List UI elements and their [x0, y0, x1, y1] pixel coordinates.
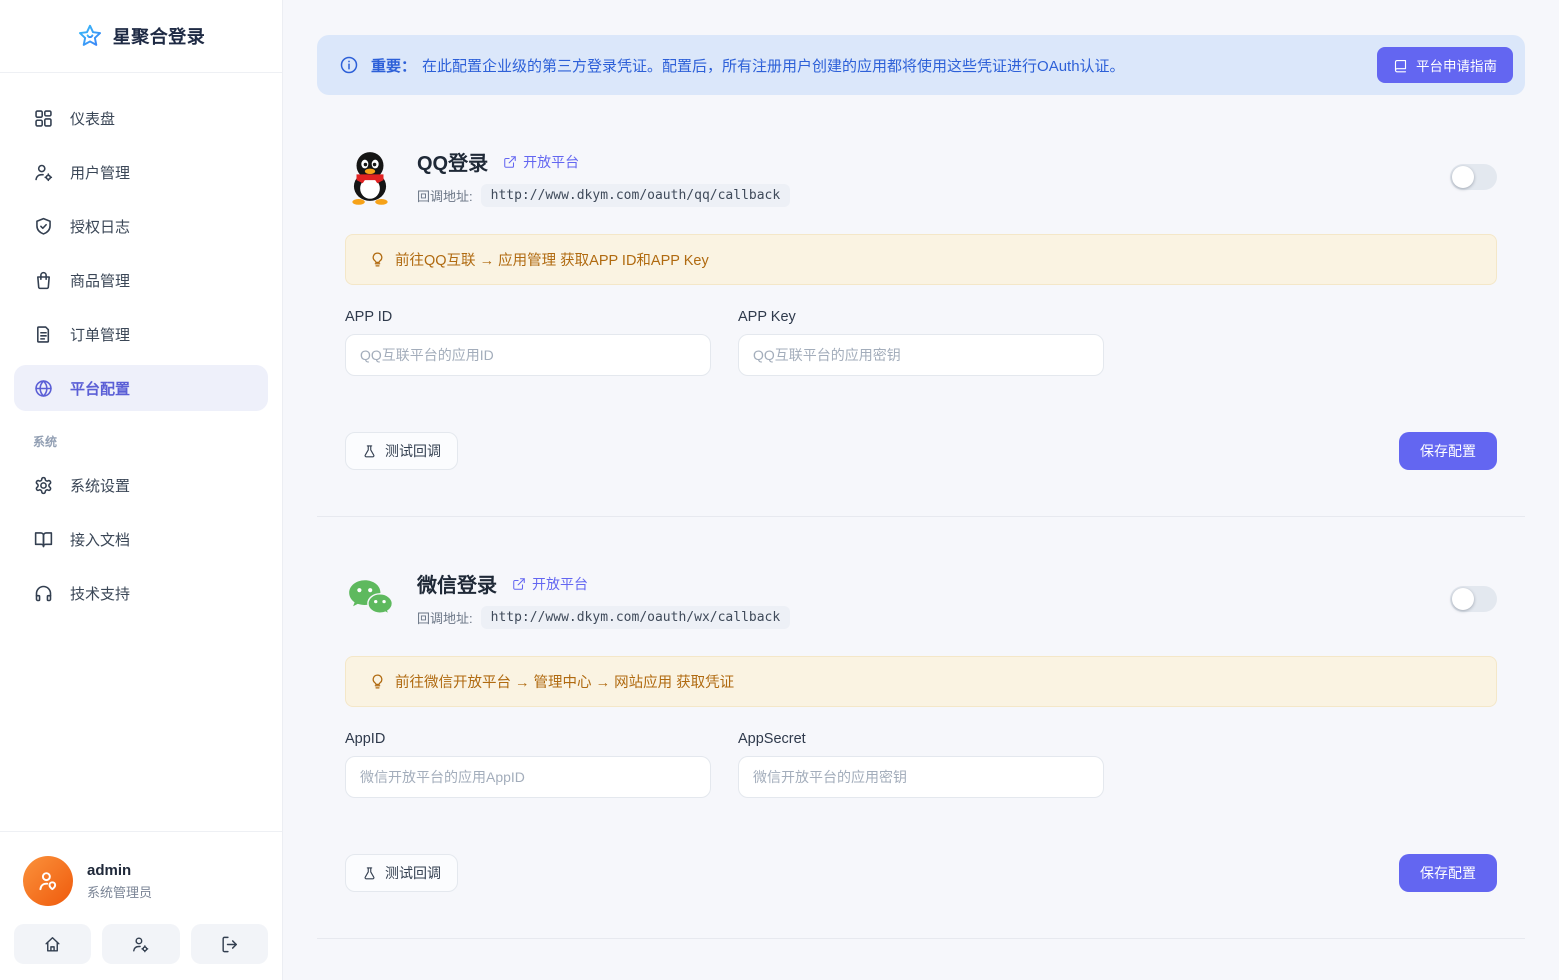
- qq-tip: 前往QQ互联 → 应用管理 获取APP ID和APP Key: [345, 234, 1497, 285]
- home-button[interactable]: [14, 924, 91, 964]
- guide-button[interactable]: 平台申请指南: [1377, 47, 1513, 83]
- banner-text: 重要：在此配置企业级的第三方登录凭证。配置后，所有注册用户创建的应用都将使用这些…: [371, 55, 1125, 76]
- sidebar-item-products[interactable]: 商品管理: [14, 257, 268, 303]
- qq-enabled-toggle[interactable]: [1450, 164, 1497, 190]
- qq-callback-url: http://www.dkym.com/oauth/qq/callback: [481, 184, 791, 207]
- wechat-appsecret-input[interactable]: [738, 756, 1104, 798]
- bulb-icon: [369, 251, 386, 268]
- qq-appkey-label: APP Key: [738, 309, 1104, 325]
- globe-icon: [33, 378, 54, 399]
- sidebar-item-label: 商品管理: [70, 270, 130, 291]
- app-root: 星聚合登录 仪表盘 用户管理 授权日志 商品管理 订单管理: [0, 0, 1559, 980]
- sidebar-footer: admin 系统管理员: [0, 831, 282, 980]
- logout-button[interactable]: [191, 924, 268, 964]
- logout-icon: [220, 935, 239, 954]
- avatar: [23, 856, 73, 906]
- shield-check-icon: [33, 216, 54, 237]
- info-banner: 重要：在此配置企业级的第三方登录凭证。配置后，所有注册用户创建的应用都将使用这些…: [317, 35, 1525, 95]
- wechat-tip: 前往微信开放平台 → 管理中心 → 网站应用 获取凭证: [345, 656, 1497, 707]
- profile-button[interactable]: [102, 924, 179, 964]
- sidebar-item-system-settings[interactable]: 系统设置: [14, 462, 268, 508]
- wechat-open-platform-link[interactable]: 开放平台: [512, 574, 588, 594]
- wechat-test-callback-button[interactable]: 测试回调: [345, 854, 458, 892]
- callback-label: 回调地址:: [417, 608, 473, 627]
- flask-icon: [362, 866, 377, 881]
- platform-section-qq: QQ登录 开放平台 回调地址: http://www.dkym.com/oaut…: [317, 95, 1525, 517]
- headphones-icon: [33, 583, 54, 604]
- shopping-bag-icon: [33, 270, 54, 291]
- sidebar-item-platform-config[interactable]: 平台配置: [14, 365, 268, 411]
- sidebar: 星聚合登录 仪表盘 用户管理 授权日志 商品管理 订单管理: [0, 0, 283, 980]
- app-logo: 星聚合登录: [0, 0, 282, 73]
- sidebar-item-docs[interactable]: 接入文档: [14, 516, 268, 562]
- home-icon: [43, 935, 62, 954]
- wechat-appid-input[interactable]: [345, 756, 711, 798]
- bulb-icon: [369, 673, 386, 690]
- sidebar-nav: 仪表盘 用户管理 授权日志 商品管理 订单管理 平台配置 系统: [0, 73, 282, 624]
- sidebar-item-label: 仪表盘: [70, 108, 115, 129]
- sidebar-section-system: 系统: [14, 419, 268, 462]
- sidebar-item-label: 授权日志: [70, 216, 130, 237]
- platform-section-alipay: 支 支付宝登录 开放平台 回调地址: http://www.dkym.com/o…: [317, 939, 1525, 980]
- wechat-section-title: 微信登录: [417, 569, 497, 598]
- user-pin-icon: [35, 868, 61, 894]
- callback-label: 回调地址:: [417, 186, 473, 205]
- platform-section-wechat: 微信登录 开放平台 回调地址: http://www.dkym.com/oaut…: [317, 517, 1525, 939]
- qq-test-callback-button[interactable]: 测试回调: [345, 432, 458, 470]
- wechat-appid-label: AppID: [345, 731, 711, 747]
- star-logo-icon: [77, 23, 103, 49]
- sidebar-item-label: 系统设置: [70, 475, 130, 496]
- user-gear-icon: [131, 935, 150, 954]
- user-name: admin: [87, 862, 152, 879]
- sidebar-item-label: 平台配置: [70, 378, 130, 399]
- user-role: 系统管理员: [87, 882, 152, 901]
- external-link-icon: [503, 155, 517, 169]
- wechat-save-config-button[interactable]: 保存配置: [1399, 854, 1497, 892]
- sidebar-item-users[interactable]: 用户管理: [14, 149, 268, 195]
- book-open-icon: [33, 529, 54, 550]
- sidebar-item-label: 订单管理: [70, 324, 130, 345]
- wechat-appsecret-label: AppSecret: [738, 731, 1104, 747]
- guide-book-icon: [1393, 58, 1408, 73]
- sidebar-item-label: 技术支持: [70, 583, 130, 604]
- dashboard-icon: [33, 108, 54, 129]
- sidebar-item-auth-logs[interactable]: 授权日志: [14, 203, 268, 249]
- qq-section-title: QQ登录: [417, 147, 488, 176]
- sidebar-item-label: 接入文档: [70, 529, 130, 550]
- app-title: 星聚合登录: [113, 23, 206, 49]
- qq-logo-icon: [345, 149, 395, 205]
- document-icon: [33, 324, 54, 345]
- qq-appid-label: APP ID: [345, 309, 711, 325]
- info-icon: [339, 55, 359, 75]
- wechat-logo-icon: [345, 571, 395, 627]
- gear-icon: [33, 475, 54, 496]
- external-link-icon: [512, 577, 526, 591]
- main-content: 重要：在此配置企业级的第三方登录凭证。配置后，所有注册用户创建的应用都将使用这些…: [283, 0, 1559, 980]
- qq-save-config-button[interactable]: 保存配置: [1399, 432, 1497, 470]
- sidebar-item-label: 用户管理: [70, 162, 130, 183]
- wechat-enabled-toggle[interactable]: [1450, 586, 1497, 612]
- qq-open-platform-link[interactable]: 开放平台: [503, 152, 579, 172]
- wechat-callback-url: http://www.dkym.com/oauth/wx/callback: [481, 606, 791, 629]
- sidebar-item-dashboard[interactable]: 仪表盘: [14, 95, 268, 141]
- qq-appkey-input[interactable]: [738, 334, 1104, 376]
- user-info: admin 系统管理员: [14, 848, 268, 924]
- sidebar-item-orders[interactable]: 订单管理: [14, 311, 268, 357]
- user-gear-icon: [33, 162, 54, 183]
- sidebar-item-support[interactable]: 技术支持: [14, 570, 268, 616]
- flask-icon: [362, 444, 377, 459]
- qq-appid-input[interactable]: [345, 334, 711, 376]
